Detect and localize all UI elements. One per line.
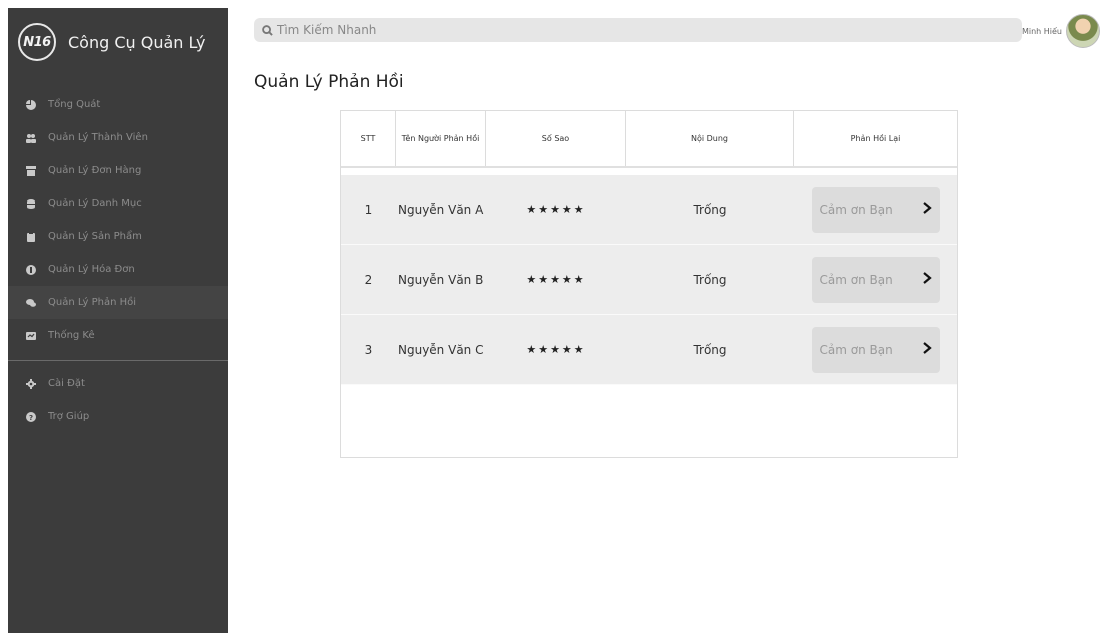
pie-chart-icon [26,99,36,110]
header-stt: STT [341,111,396,166]
sidebar-item-label: Quản Lý Hóa Đơn [48,264,135,275]
archive-icon [26,165,36,176]
sidebar-item-overview[interactable]: Tổng Quát [8,88,228,121]
avatar[interactable] [1066,14,1100,48]
gear-icon [26,378,36,389]
sidebar-nav: Tổng Quát Quản Lý Thành Viên Quản Lý Đơn… [8,88,228,433]
chevron-right-icon [922,342,932,357]
search-input[interactable]: Tìm Kiếm Nhanh [277,23,376,37]
sidebar-item-label: Quản Lý Sản Phẩm [48,231,142,242]
sidebar-item-help[interactable]: ? Trợ Giúp [8,400,228,433]
chart-box-icon [26,331,36,341]
cell-reply: Cảm ơn Bạn [794,315,957,384]
cell-stt: 1 [364,202,373,217]
reply-button[interactable]: Cảm ơn Bạn [811,256,940,303]
sidebar-item-label: Quản Lý Danh Mục [48,198,142,209]
sidebar: N16 Công Cụ Quản Lý Tổng Quát Quản Lý Th… [8,8,228,633]
clipboard-icon [26,231,36,242]
sidebar-item-label: Thống Kê [48,330,95,341]
header-stars: Số Sao [486,111,626,166]
cell-stars: ★★★★★ [526,273,586,286]
sidebar-item-invoices[interactable]: Quản Lý Hóa Đơn [8,253,228,286]
sidebar-item-label: Cài Đặt [48,378,85,389]
reply-text: Cảm ơn Bạn [819,272,893,287]
brand[interactable]: N16 Công Cụ Quản Lý [18,22,205,62]
cell-content: Trống [693,272,727,287]
cell-stt: 3 [364,342,373,357]
cell-stars: ★★★★★ [526,343,586,356]
table-header: STT Tên Người Phản Hồi Số Sao Nội Dung P… [341,111,957,168]
sidebar-item-feedback[interactable]: Quản Lý Phản Hồi [8,286,228,319]
sidebar-item-label: Quản Lý Phản Hồi [48,297,137,308]
cell-reply: Cảm ơn Bạn [794,245,957,314]
header-reply: Phản Hồi Lại [850,134,901,143]
brand-title: Công Cụ Quản Lý [68,32,206,52]
header-content: Nội Dung [626,111,794,166]
comments-icon [26,298,36,308]
sidebar-item-products[interactable]: Quản Lý Sản Phẩm [8,220,228,253]
database-icon [26,198,36,209]
chevron-right-icon [922,272,932,287]
page-title: Quản Lý Phản Hồi [254,72,404,92]
cell-content: Trống [693,342,727,357]
table-body: 1 Nguyễn Văn A ★★★★★ Trống Cảm ơn Bạn 2 … [341,175,957,385]
search-icon [262,24,273,36]
sidebar-item-settings[interactable]: Cài Đặt [8,367,228,400]
sidebar-item-statistics[interactable]: Thống Kê [8,319,228,352]
user-menu[interactable]: Minh Hiếu [1022,14,1100,48]
table-row: 2 Nguyễn Văn B ★★★★★ Trống Cảm ơn Bạn [341,245,957,315]
feedback-table: STT Tên Người Phản Hồi Số Sao Nội Dung P… [340,110,958,458]
search-bar[interactable]: Tìm Kiếm Nhanh [254,18,1022,42]
currency-icon [26,264,36,275]
users-icon [26,133,36,143]
sidebar-item-categories[interactable]: Quản Lý Danh Mục [8,187,228,220]
chevron-right-icon [922,202,932,217]
svg-text:?: ? [29,414,33,422]
header-name: Tên Người Phản Hồi [396,111,486,166]
cell-stars: ★★★★★ [526,203,586,216]
logo: N16 [18,23,56,61]
sidebar-item-label: Trợ Giúp [48,411,90,422]
reply-button[interactable]: Cảm ơn Bạn [811,326,940,373]
sidebar-item-label: Tổng Quát [48,99,101,110]
user-name: Minh Hiếu [1021,26,1062,36]
sidebar-divider [8,360,228,361]
sidebar-item-orders[interactable]: Quản Lý Đơn Hàng [8,154,228,187]
reply-text: Cảm ơn Bạn [819,202,893,217]
cell-reply: Cảm ơn Bạn [794,175,957,244]
sidebar-item-label: Quản Lý Thành Viên [48,132,148,143]
cell-name: Nguyễn Văn B [398,272,484,287]
reply-button[interactable]: Cảm ơn Bạn [811,186,940,233]
cell-name: Nguyễn Văn A [398,202,484,217]
cell-name: Nguyễn Văn C [398,342,484,357]
cell-content: Trống [693,202,727,217]
table-row: 1 Nguyễn Văn A ★★★★★ Trống Cảm ơn Bạn [341,175,957,245]
sidebar-item-label: Quản Lý Đơn Hàng [48,165,142,176]
sidebar-item-members[interactable]: Quản Lý Thành Viên [8,121,228,154]
cell-stt: 2 [364,272,373,287]
help-icon: ? [26,411,36,422]
table-row: 3 Nguyễn Văn C ★★★★★ Trống Cảm ơn Bạn [341,315,957,385]
reply-text: Cảm ơn Bạn [819,342,893,357]
